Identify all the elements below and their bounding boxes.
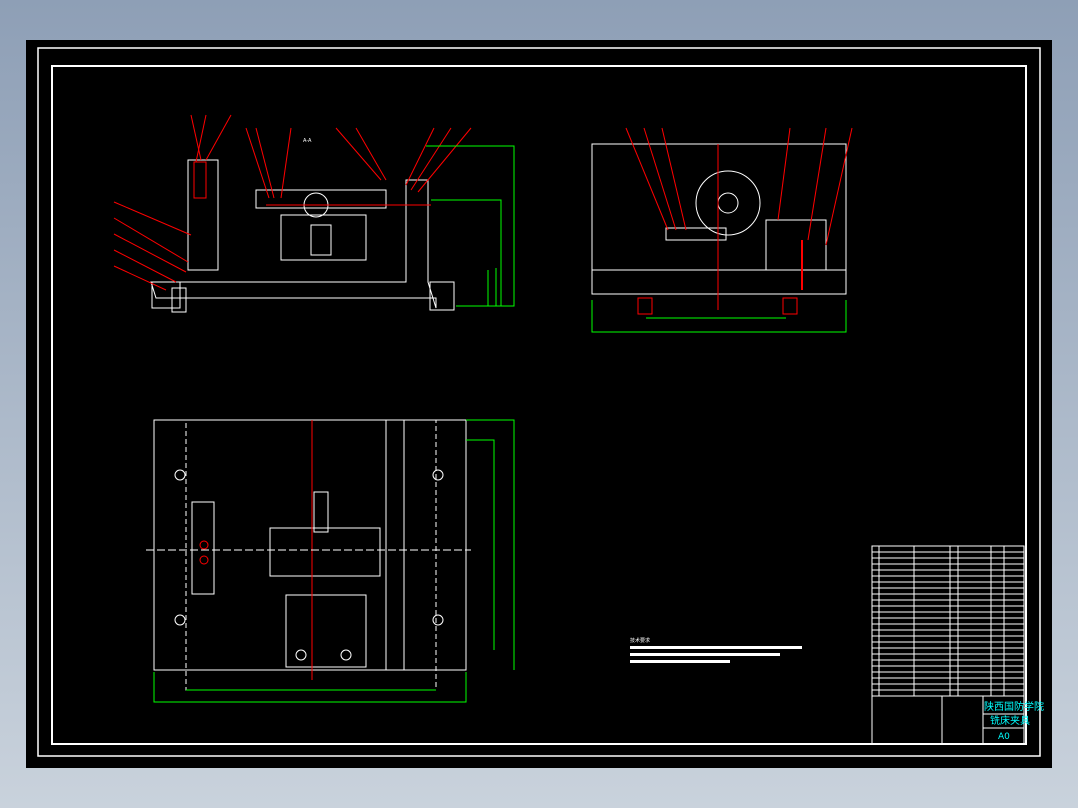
drawing-sheet: 技术要求 陕西国防学院 铣床夹具 A0 A-A — [37, 47, 1044, 757]
cad-drawing-canvas[interactable]: 技术要求 陕西国防学院 铣床夹具 A0 A-A — [26, 40, 1052, 768]
notes-heading: 技术要求 — [630, 637, 650, 644]
front-section-view — [113, 114, 515, 313]
side-view — [591, 127, 853, 333]
top-view — [146, 419, 515, 703]
institution-name: 陕西国防学院 — [984, 700, 1044, 713]
sheet-size: A0 — [998, 732, 1010, 742]
outer-border — [37, 47, 1041, 757]
title-block — [871, 545, 1025, 745]
technical-notes: 技术要求 — [630, 637, 802, 663]
drawing-title: 铣床夹具 — [990, 714, 1030, 727]
section-label: A-A — [303, 138, 312, 144]
